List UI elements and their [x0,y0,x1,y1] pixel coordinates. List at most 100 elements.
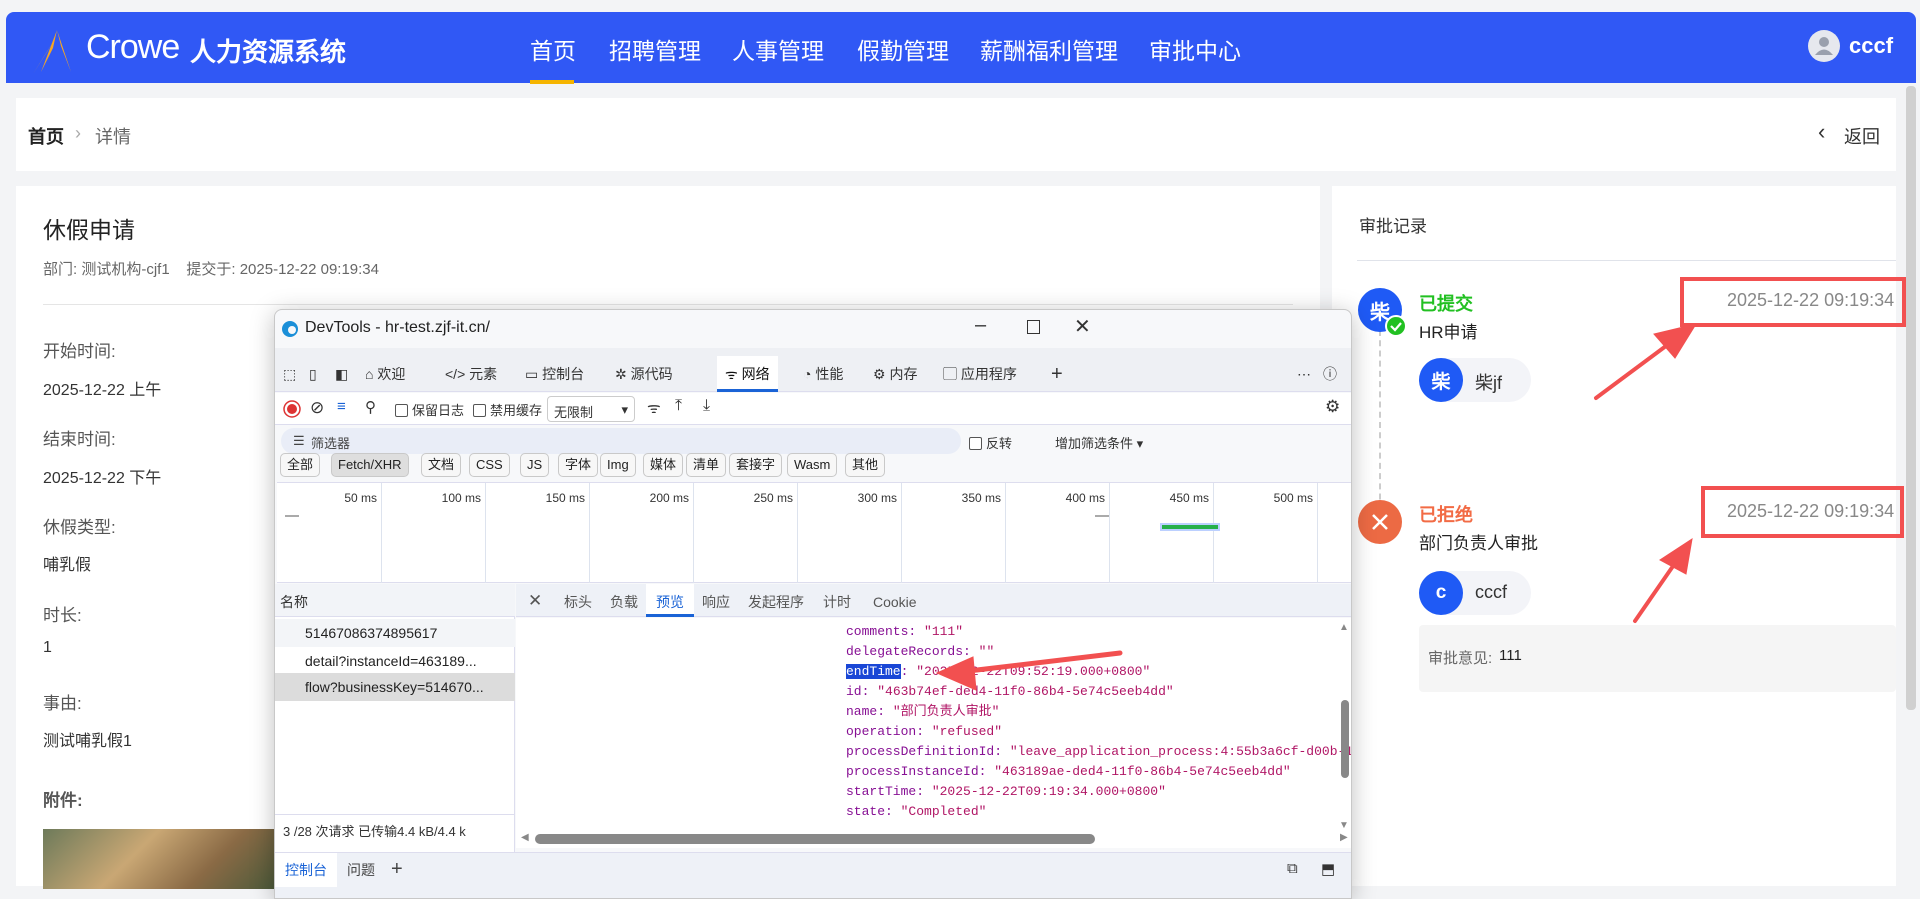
type-filter-socket[interactable]: 套接字 [729,453,783,477]
tab-timing[interactable]: 计时 [823,584,851,617]
name-column-header[interactable]: 名称 [280,592,308,612]
attachment-image[interactable] [43,829,275,889]
preview-json-line[interactable]: id: "463b74ef-ded4-11f0-86b4-5e74c5eeb4d… [846,682,1174,702]
nav-approval-center[interactable]: 审批中心 [1149,32,1241,66]
clear-icon[interactable]: ⊘ [310,398,324,418]
network-overview[interactable]: 50 ms 100 ms 150 ms 200 ms 250 ms 300 ms 350 m… [277,482,1351,583]
throttle-select[interactable]: 无限制 ▾ [547,396,635,422]
dock-icon[interactable]: ◧ [335,356,348,392]
tab-console[interactable]: ▭ 控制台 [525,356,584,392]
settings-icon[interactable]: ⚙ [1325,397,1340,417]
nav-payroll[interactable]: 薪酬福利管理 [980,32,1118,66]
tab-welcome[interactable]: ⌂ 欢迎 [365,356,405,392]
expand-drawer-icon[interactable]: ⬒ [1321,860,1335,878]
nav-personnel[interactable]: 人事管理 [732,32,824,66]
import-icon[interactable]: ⤒ [675,397,682,415]
preview-json-line[interactable]: name: "部门负责人审批" [846,702,999,722]
search-icon[interactable]: ⚲ [365,398,376,416]
tab-payload[interactable]: 负载 [610,584,638,617]
tab-headers[interactable]: 标头 [564,584,592,617]
tab-response[interactable]: 响应 [702,584,730,617]
add-tab-icon[interactable]: + [1051,356,1063,392]
preview-json-line[interactable]: endTime: "2025-12-22T09:52:19.000+0800" [846,662,1150,682]
request-row-selected[interactable]: flow?businessKey=514670... [275,673,515,701]
record-icon[interactable] [283,400,301,418]
dock-side-icon[interactable]: ⧉ [1287,860,1298,877]
nav-attendance[interactable]: 假勤管理 [857,32,949,66]
scroll-left-icon[interactable]: ◀ [521,832,529,843]
type-filter-all[interactable]: 全部 [280,453,321,477]
more-filters-dropdown[interactable]: 增加筛选条件 ▾ [1055,433,1143,452]
preview-json-line[interactable]: delegateRecords: "" [846,642,994,662]
tab-performance[interactable]: ◔ 性能 [803,356,843,392]
filter-settings-icon[interactable]: ≡ [337,398,346,415]
export-icon[interactable]: ⤓ [703,397,710,415]
disable-cache-checkbox[interactable]: 禁用缓存 [473,400,542,419]
tab-application[interactable]: ▢ 应用程序 [943,356,1017,392]
type-filter-js[interactable]: JS [520,453,550,477]
back-button[interactable]: 返回 [1844,123,1880,149]
scroll-up-icon[interactable]: ▲ [1339,622,1349,633]
type-filter-other[interactable]: 其他 [845,453,886,477]
invert-checkbox[interactable]: 反转 [969,433,1012,452]
breadcrumb-current: 详情 [95,127,131,147]
json-value: "Completed" [900,804,987,819]
horizontal-scrollbar[interactable] [535,834,1095,844]
preview-json-line[interactable]: processDefinitionId: "leave_application_… [846,742,1351,762]
drawer-tab-issues[interactable]: 问题 [347,853,375,887]
preview-json-line[interactable]: startTime: "2025-12-22T09:19:34.000+0800… [846,782,1166,802]
type-filter-media[interactable]: 媒体 [643,453,684,477]
close-window-icon[interactable]: ✕ [1074,314,1091,339]
type-filter-doc[interactable]: 文档 [421,453,462,477]
add-drawer-tab-icon[interactable]: + [391,853,403,885]
tab-network[interactable]: ᯤ 网络 [717,356,778,392]
type-filter-fetch-xhr[interactable]: Fetch/XHR [331,453,409,477]
more-icon[interactable]: ⋯ [1297,356,1311,392]
json-value: "463b74ef-ded4-11f0-86b4-5e74c5eeb4dd" [877,684,1174,699]
network-conditions-icon[interactable]: ᯤ [647,398,661,418]
type-filter-wasm[interactable]: Wasm [787,453,838,477]
request-row[interactable]: 51467086374895617 [275,619,515,647]
preview-json-line[interactable]: processInstanceId: "463189ae-ded4-11f0-8… [846,762,1291,782]
tab-initiator[interactable]: 发起程序 [748,584,804,617]
filter-input[interactable]: ☰ 筛选器 [281,428,961,454]
overview-tick-label: 100 ms [441,491,481,505]
preview-json-line[interactable]: comments: "111" [846,622,963,642]
overview-gridline [1109,483,1110,583]
tab-sources[interactable]: ✲ 源代码 [615,356,673,392]
help-icon[interactable]: ⓘ [1323,356,1337,392]
drawer-tab-console[interactable]: 控制台 [275,853,337,887]
user-avatar[interactable] [1808,30,1840,62]
field-label: 结束时间: [43,430,116,449]
minimize-icon[interactable]: – [975,314,986,337]
device-toolbar-icon[interactable]: ▯ [309,356,317,392]
scroll-right-icon[interactable]: ▶ [1340,832,1348,843]
divider [1357,260,1896,261]
type-filter-img[interactable]: Img [600,453,636,477]
tab-memory[interactable]: ⚙ 内存 [873,356,917,392]
type-filter-css[interactable]: CSS [469,453,510,477]
preview-json-line[interactable]: operation: "refused" [846,722,1002,742]
nav-home[interactable]: 首页 [530,32,576,66]
preserve-log-checkbox[interactable]: 保留日志 [395,400,464,419]
dept-label: 部门: [43,261,78,278]
checkbox-label: 保留日志 [412,403,465,418]
maximize-icon[interactable] [1027,320,1040,334]
vertical-scrollbar[interactable] [1341,700,1349,778]
tab-cookie[interactable]: Cookie [873,584,917,617]
preview-json-line[interactable]: state: "Completed" [846,802,986,822]
close-detail-icon[interactable]: ✕ [528,584,542,617]
inspect-icon[interactable]: ⬚ [283,356,296,392]
back-chevron-icon[interactable]: ‹ [1818,119,1825,145]
tab-label: 元素 [469,366,498,382]
tab-elements[interactable]: </> 元素 [445,356,497,392]
tab-preview[interactable]: 预览 [646,584,694,617]
page-scrollbar[interactable] [1906,86,1916,710]
type-filter-manifest[interactable]: 清单 [686,453,727,477]
breadcrumb-home[interactable]: 首页 [28,123,64,149]
request-row[interactable]: detail?instanceId=463189... [275,647,515,675]
user-chip: 柴 柴jf [1419,358,1531,402]
type-filter-font[interactable]: 字体 [558,453,599,477]
user-name[interactable]: cccf [1849,33,1893,59]
nav-recruitment[interactable]: 招聘管理 [609,32,701,66]
